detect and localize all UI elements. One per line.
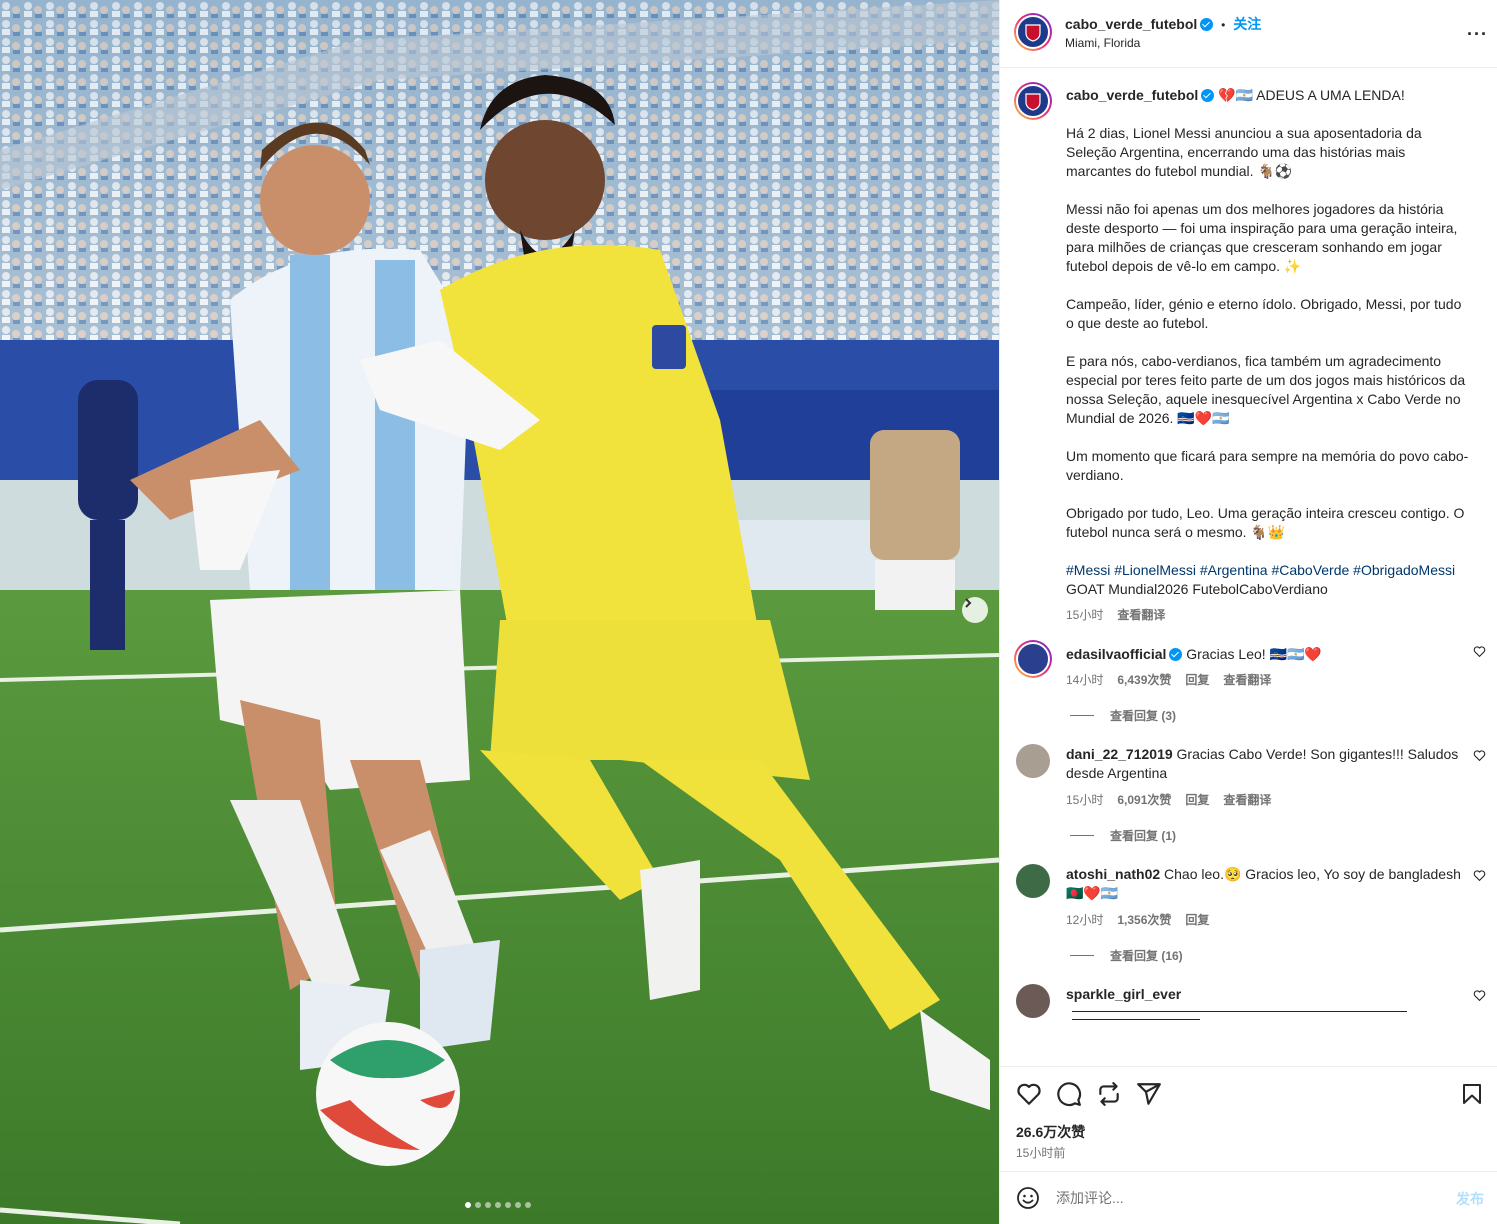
comment-time: 14小时 [1066, 673, 1104, 687]
comment-likes[interactable]: 6,439次赞 [1117, 673, 1171, 687]
caption-paragraph: Obrigado por tudo, Leo. Uma geração inte… [1066, 505, 1469, 540]
reply-button[interactable]: 回复 [1185, 913, 1209, 927]
like-comment-heart-icon[interactable] [1473, 989, 1486, 1002]
translate-button[interactable]: 查看翻译 [1223, 793, 1271, 807]
view-replies-button[interactable]: 查看回复 (16) [1070, 947, 1183, 964]
post-photo[interactable] [0, 0, 999, 1224]
comment-username[interactable]: dani_22_712019 [1066, 746, 1173, 762]
verified-badge-icon [1169, 648, 1183, 661]
comment-avatar[interactable] [1014, 640, 1052, 678]
comment-username[interactable]: sparkle_girl_ever [1066, 986, 1181, 1002]
reply-button[interactable]: 回复 [1185, 673, 1209, 687]
comment-avatar[interactable] [1016, 864, 1050, 898]
separator: • [1221, 18, 1226, 32]
comment-icon[interactable] [1056, 1081, 1082, 1107]
caption-paragraph: Messi não foi apenas um dos melhores jog… [1066, 201, 1462, 274]
location-link[interactable]: Miami, Florida [1065, 36, 1140, 50]
translate-button[interactable]: 查看翻译 [1223, 673, 1271, 687]
avatar[interactable] [1014, 13, 1052, 51]
emoji-icon[interactable] [1016, 1186, 1040, 1210]
add-comment-bar: 发布 [1000, 1171, 1497, 1224]
chevron-right-icon [965, 598, 972, 608]
caption-paragraph: Um momento que ficará para sempre na mem… [1066, 448, 1469, 483]
comment-item: atoshi_nath02 Chao leo.🥺 Gracios leo, Yo… [1000, 863, 1497, 973]
carousel-dot [495, 1202, 501, 1208]
caption-username[interactable]: cabo_verde_futebol [1066, 87, 1198, 103]
caption-headline: 💔🇦🇷 ADEUS A UMA LENDA! [1218, 87, 1405, 103]
comment-item: sparkle_girl_ever [1000, 983, 1497, 1043]
caption-paragraph: E para nós, cabo-verdianos, fica também … [1066, 353, 1470, 426]
post-comment-button[interactable]: 发布 [1456, 1189, 1484, 1209]
repost-icon[interactable] [1096, 1081, 1122, 1107]
verified-badge-icon [1200, 18, 1214, 31]
follow-button[interactable]: 关注 [1233, 16, 1261, 32]
verified-badge-icon [1201, 89, 1215, 102]
comment-time: 12小时 [1066, 913, 1104, 927]
like-comment-heart-icon[interactable] [1473, 749, 1486, 762]
caption-avatar[interactable] [1014, 82, 1052, 120]
comment-username[interactable]: atoshi_nath02 [1066, 866, 1160, 882]
caption-time: 15小时 [1066, 608, 1104, 622]
post-caption: cabo_verde_futebol 💔🇦🇷 ADEUS A UMA LENDA… [1066, 86, 1471, 625]
like-heart-icon[interactable] [1016, 1081, 1042, 1107]
comment-item: edasilvaofficial Gracias Leo! 🇨🇻🇦🇷❤️ 14小… [1000, 639, 1497, 729]
view-replies-button[interactable]: 查看回复 (3) [1070, 707, 1176, 724]
football-match-image [0, 0, 999, 1224]
post-sidebar: cabo_verde_futebol • 关注 Miami, Florida ·… [999, 0, 1497, 1224]
comment-text: Gracias Leo! 🇨🇻🇦🇷❤️ [1186, 646, 1322, 662]
carousel-next-button[interactable] [962, 597, 988, 623]
carousel-dot [525, 1202, 531, 1208]
carousel-indicator [465, 1202, 531, 1208]
redacted-text-line [1072, 1019, 1200, 1020]
carousel-dot [505, 1202, 511, 1208]
caption-paragraph: Campeão, líder, génio e eterno ídolo. Ob… [1066, 296, 1466, 331]
reply-button[interactable]: 回复 [1185, 793, 1209, 807]
comment-time: 15小时 [1066, 793, 1104, 807]
like-comment-heart-icon[interactable] [1473, 869, 1486, 882]
comment-likes[interactable]: 1,356次赞 [1117, 913, 1171, 927]
post-actions: 26.6万次赞 15小时前 [1000, 1066, 1497, 1171]
comments-scroll-area[interactable]: cabo_verde_futebol 💔🇦🇷 ADEUS A UMA LENDA… [1000, 69, 1497, 1065]
comment-likes[interactable]: 6,091次赞 [1117, 793, 1171, 807]
post-header: cabo_verde_futebol • 关注 Miami, Florida ·… [1000, 0, 1497, 68]
carousel-dot [515, 1202, 521, 1208]
comment-item: dani_22_712019 Gracias Cabo Verde! Son g… [1000, 743, 1497, 853]
hashtags[interactable]: #Messi #LionelMessi #Argentina #CaboVerd… [1066, 562, 1455, 578]
comment-avatar[interactable] [1016, 984, 1050, 1018]
share-icon[interactable] [1136, 1081, 1162, 1107]
carousel-dot [465, 1202, 471, 1208]
header-username[interactable]: cabo_verde_futebol [1065, 16, 1197, 32]
bookmark-icon[interactable] [1460, 1081, 1484, 1107]
carousel-dot [475, 1202, 481, 1208]
crest-icon [1025, 24, 1041, 42]
view-replies-button[interactable]: 查看回复 (1) [1070, 827, 1176, 844]
hashtags-line2: GOAT Mundial2026 FutebolCaboVerdiano [1066, 581, 1328, 597]
caption-translate-button[interactable]: 查看翻译 [1117, 608, 1165, 622]
comment-input[interactable] [1056, 1186, 1426, 1210]
comment-avatar[interactable] [1016, 744, 1050, 778]
carousel-dot [485, 1202, 491, 1208]
post-time: 15小时前 [1016, 1146, 1066, 1160]
crest-icon [1025, 93, 1041, 111]
like-comment-heart-icon[interactable] [1473, 645, 1486, 658]
more-options-icon[interactable]: ··· [1467, 24, 1488, 45]
redacted-text-line [1072, 1011, 1407, 1012]
caption-paragraph: Há 2 dias, Lionel Messi anunciou a sua a… [1066, 125, 1426, 179]
likes-count[interactable]: 26.6万次赞 [1016, 1122, 1085, 1142]
comment-username[interactable]: edasilvaofficial [1066, 646, 1166, 662]
